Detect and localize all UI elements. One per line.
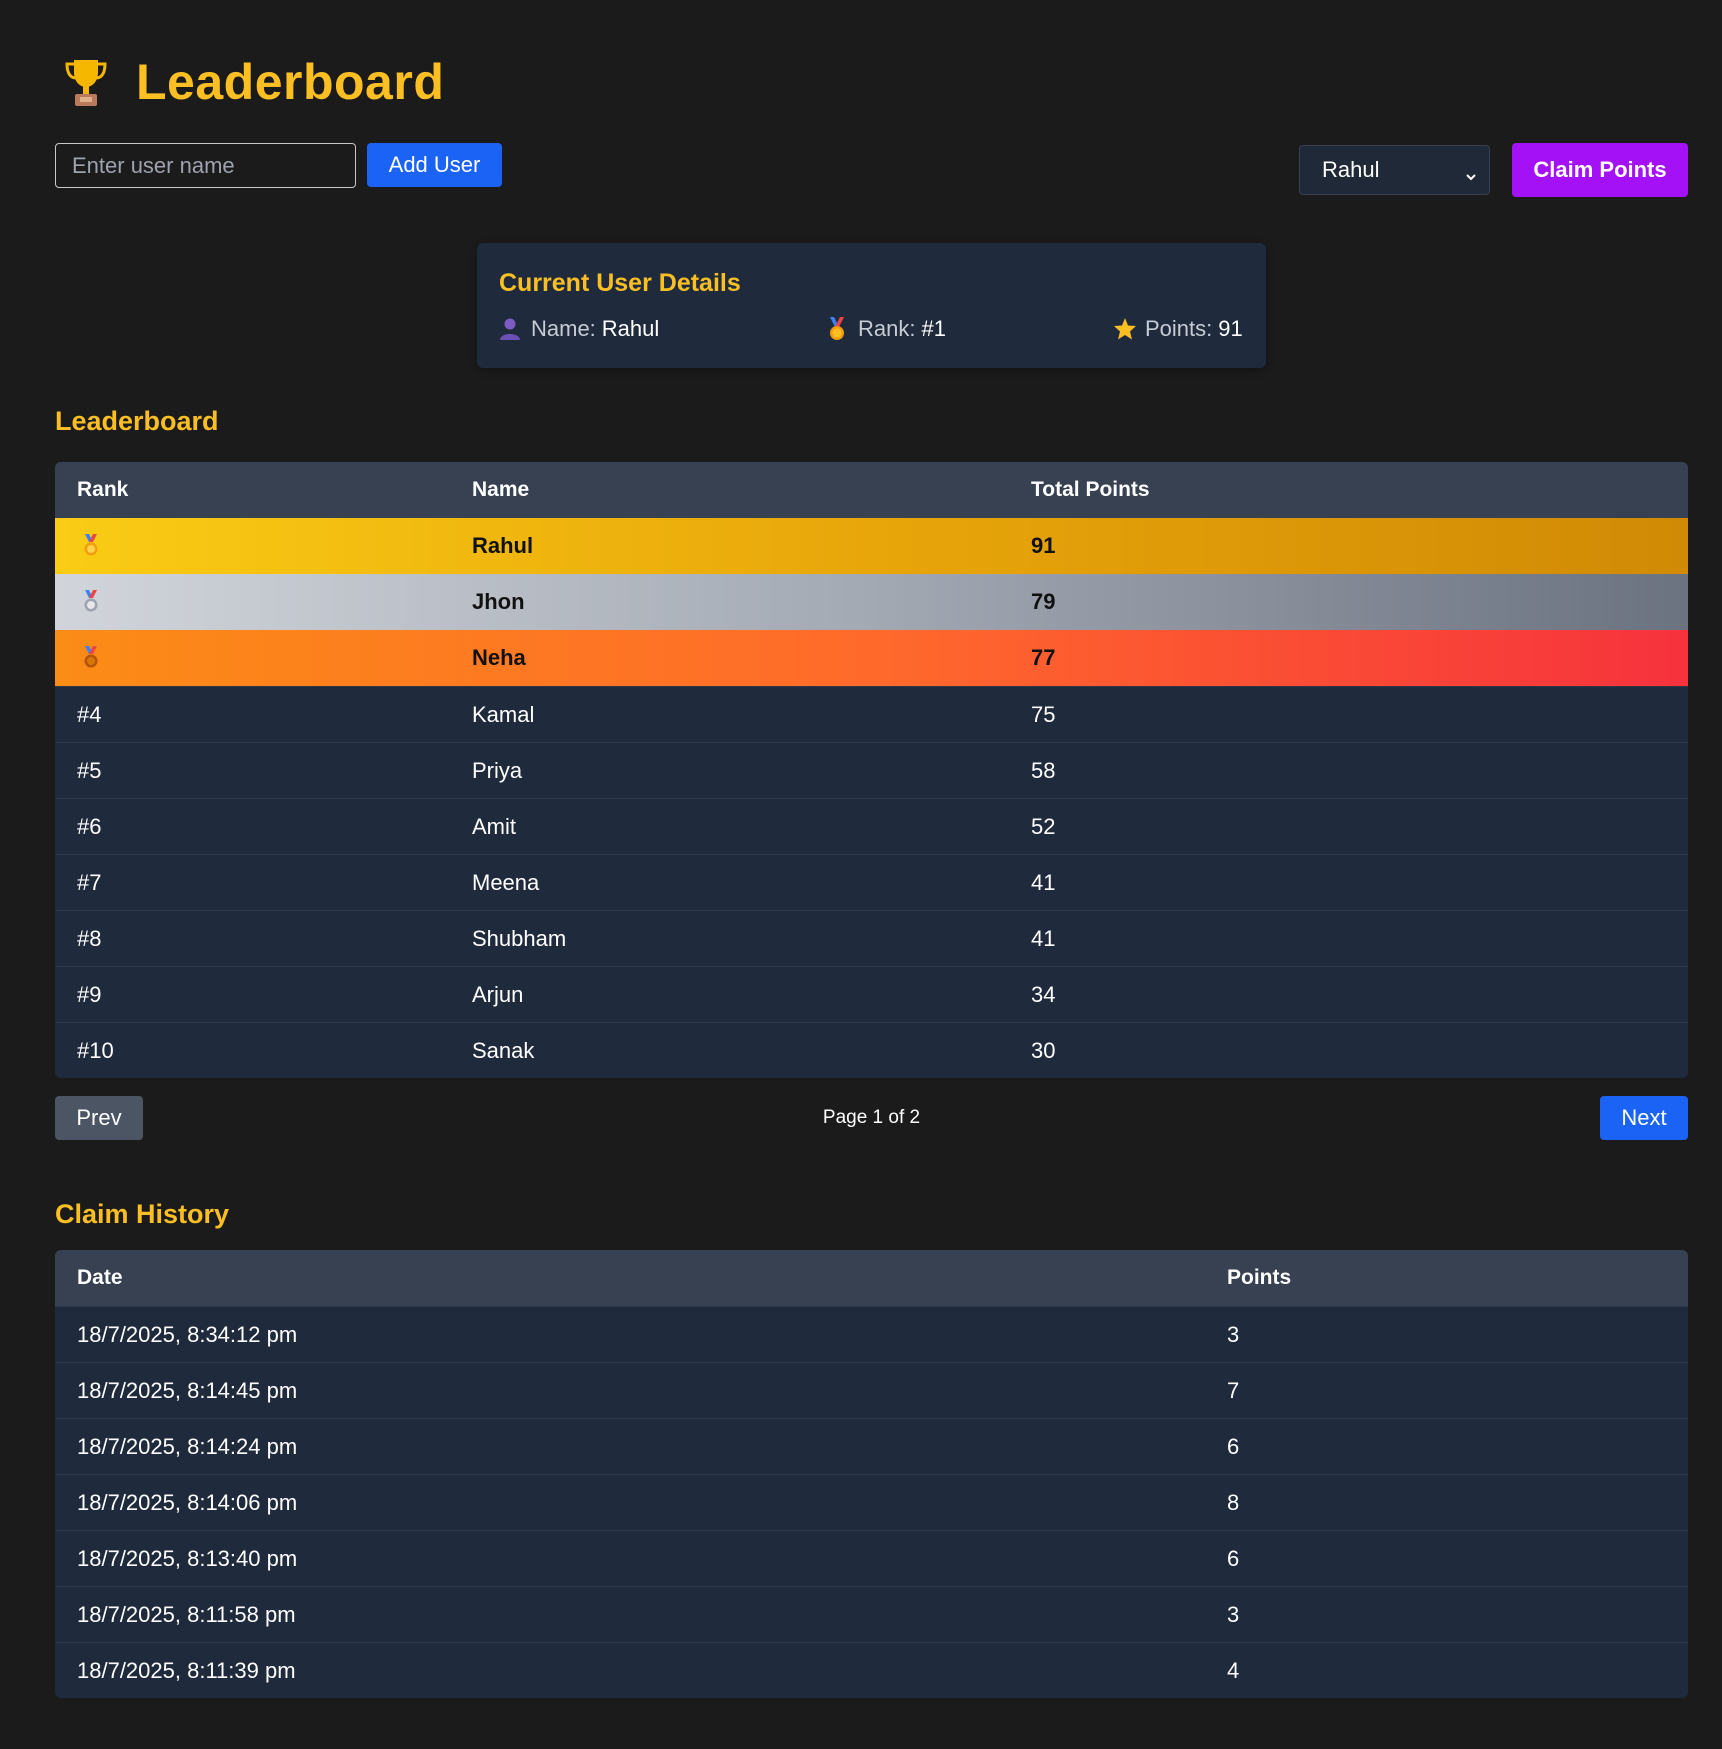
row-rank: #5: [77, 757, 102, 783]
points-label: Points:: [1145, 316, 1213, 341]
row-name: Rahul: [472, 533, 534, 558]
row-date: 18/7/2025, 8:14:24 pm: [77, 1433, 298, 1459]
page-title: Leaderboard: [136, 54, 445, 110]
gold-medal-icon: [82, 534, 100, 558]
row-rank: #8: [77, 925, 102, 951]
claim-history-header-row: Date Points: [55, 1250, 1688, 1306]
row-name: Neha: [472, 645, 526, 670]
table-row: 18/7/2025, 8:14:45 pm 7: [55, 1362, 1688, 1418]
name-value: Rahul: [601, 316, 660, 341]
column-header-points: Total Points: [1031, 478, 1150, 501]
points-value: 91: [1218, 316, 1243, 341]
column-header-name: Name: [472, 478, 530, 501]
row-name: Amit: [472, 813, 516, 839]
row-date: 18/7/2025, 8:14:45 pm: [77, 1377, 298, 1403]
row-points: 3: [1227, 1601, 1240, 1627]
leaderboard-table: Rank Name Total Points Rahul 91 Jhon 79 …: [55, 462, 1688, 1078]
current-user-name: Name: Rahul: [499, 316, 659, 342]
row-name: Arjun: [472, 981, 524, 1007]
row-points: 75: [1031, 701, 1056, 727]
row-name: Jhon: [472, 589, 525, 614]
column-header-points: Points: [1227, 1266, 1292, 1289]
table-row: #8 Shubham 41: [55, 910, 1688, 966]
row-points: 6: [1227, 1545, 1240, 1571]
table-row: 18/7/2025, 8:34:12 pm 3: [55, 1306, 1688, 1362]
add-user-button[interactable]: Add User: [367, 143, 502, 187]
current-user-points: Points: 91: [1113, 316, 1243, 342]
selected-user-label: Rahul: [1322, 157, 1380, 182]
star-icon: [1113, 317, 1136, 341]
claim-history-table: Date Points 18/7/2025, 8:34:12 pm 3 18/7…: [55, 1250, 1688, 1698]
table-row: #7 Meena 41: [55, 854, 1688, 910]
table-row: Jhon 79: [55, 574, 1688, 630]
table-row: 18/7/2025, 8:11:39 pm 4: [55, 1642, 1688, 1698]
silver-medal-icon: [82, 590, 100, 614]
row-rank: #7: [77, 869, 102, 895]
row-name: Shubham: [472, 925, 567, 951]
table-row: #9 Arjun 34: [55, 966, 1688, 1022]
leaderboard-header-row: Rank Name Total Points: [55, 462, 1688, 518]
row-date: 18/7/2025, 8:34:12 pm: [77, 1321, 298, 1347]
row-points: 7: [1227, 1377, 1240, 1403]
row-date: 18/7/2025, 8:11:39 pm: [77, 1657, 296, 1683]
card-title: Current User Details: [499, 269, 741, 297]
page-header: Leaderboard: [62, 52, 444, 112]
leaderboard-page: Leaderboard Add User Rahul Claim Points …: [0, 0, 1722, 1749]
row-points: 79: [1031, 589, 1056, 614]
table-row: 18/7/2025, 8:14:24 pm 6: [55, 1418, 1688, 1474]
column-header-rank: Rank: [77, 478, 129, 501]
current-user-rank: Rank: #1: [826, 316, 946, 342]
trophy-icon: [62, 54, 110, 110]
table-row: Rahul 91: [55, 518, 1688, 574]
claim-history-section-title: Claim History: [55, 1199, 230, 1229]
table-row: Neha 77: [55, 630, 1688, 686]
row-name: Meena: [472, 869, 540, 895]
page-indicator: Page 1 of 2: [822, 1107, 921, 1128]
row-points: 3: [1227, 1321, 1240, 1347]
row-points: 34: [1031, 981, 1056, 1007]
leaderboard-section-title: Leaderboard: [55, 406, 219, 436]
user-select-dropdown[interactable]: Rahul: [1299, 145, 1490, 195]
row-points: 30: [1031, 1037, 1056, 1063]
row-date: 18/7/2025, 8:11:58 pm: [77, 1601, 296, 1627]
row-date: 18/7/2025, 8:13:40 pm: [77, 1545, 298, 1571]
row-rank: #6: [77, 813, 102, 839]
rank-value: #1: [921, 316, 946, 341]
row-name: Sanak: [472, 1037, 535, 1063]
column-header-date: Date: [77, 1266, 123, 1289]
row-points: 77: [1031, 645, 1056, 670]
table-row: 18/7/2025, 8:14:06 pm 8: [55, 1474, 1688, 1530]
row-name: Priya: [472, 757, 523, 783]
table-row: 18/7/2025, 8:13:40 pm 6: [55, 1530, 1688, 1586]
table-row: #4 Kamal 75: [55, 686, 1688, 742]
row-points: 8: [1227, 1489, 1240, 1515]
medal-icon: [826, 317, 848, 341]
current-user-card: Current User Details Name: Rahul Rank: #…: [477, 243, 1266, 368]
row-points: 41: [1031, 869, 1056, 895]
user-name-input[interactable]: [55, 143, 356, 188]
row-date: 18/7/2025, 8:14:06 pm: [77, 1489, 298, 1515]
table-row: #6 Amit 52: [55, 798, 1688, 854]
next-page-button[interactable]: Next: [1600, 1096, 1688, 1140]
table-row: 18/7/2025, 8:11:58 pm 3: [55, 1586, 1688, 1642]
claim-points-button[interactable]: Claim Points: [1512, 143, 1688, 197]
user-icon: [499, 317, 521, 341]
row-points: 4: [1227, 1657, 1240, 1683]
row-points: 6: [1227, 1433, 1240, 1459]
row-points: 52: [1031, 813, 1056, 839]
row-points: 91: [1031, 533, 1056, 558]
row-rank: #9: [77, 981, 102, 1007]
row-rank: #10: [77, 1037, 114, 1063]
row-name: Kamal: [472, 701, 535, 727]
rank-label: Rank:: [858, 316, 916, 341]
bronze-medal-icon: [82, 646, 100, 670]
row-rank: #4: [77, 701, 102, 727]
table-row: #10 Sanak 30: [55, 1022, 1688, 1078]
name-label: Name:: [531, 316, 596, 341]
chevron-down-icon: [1465, 163, 1477, 181]
row-points: 41: [1031, 925, 1056, 951]
row-points: 58: [1031, 757, 1056, 783]
table-row: #5 Priya 58: [55, 742, 1688, 798]
